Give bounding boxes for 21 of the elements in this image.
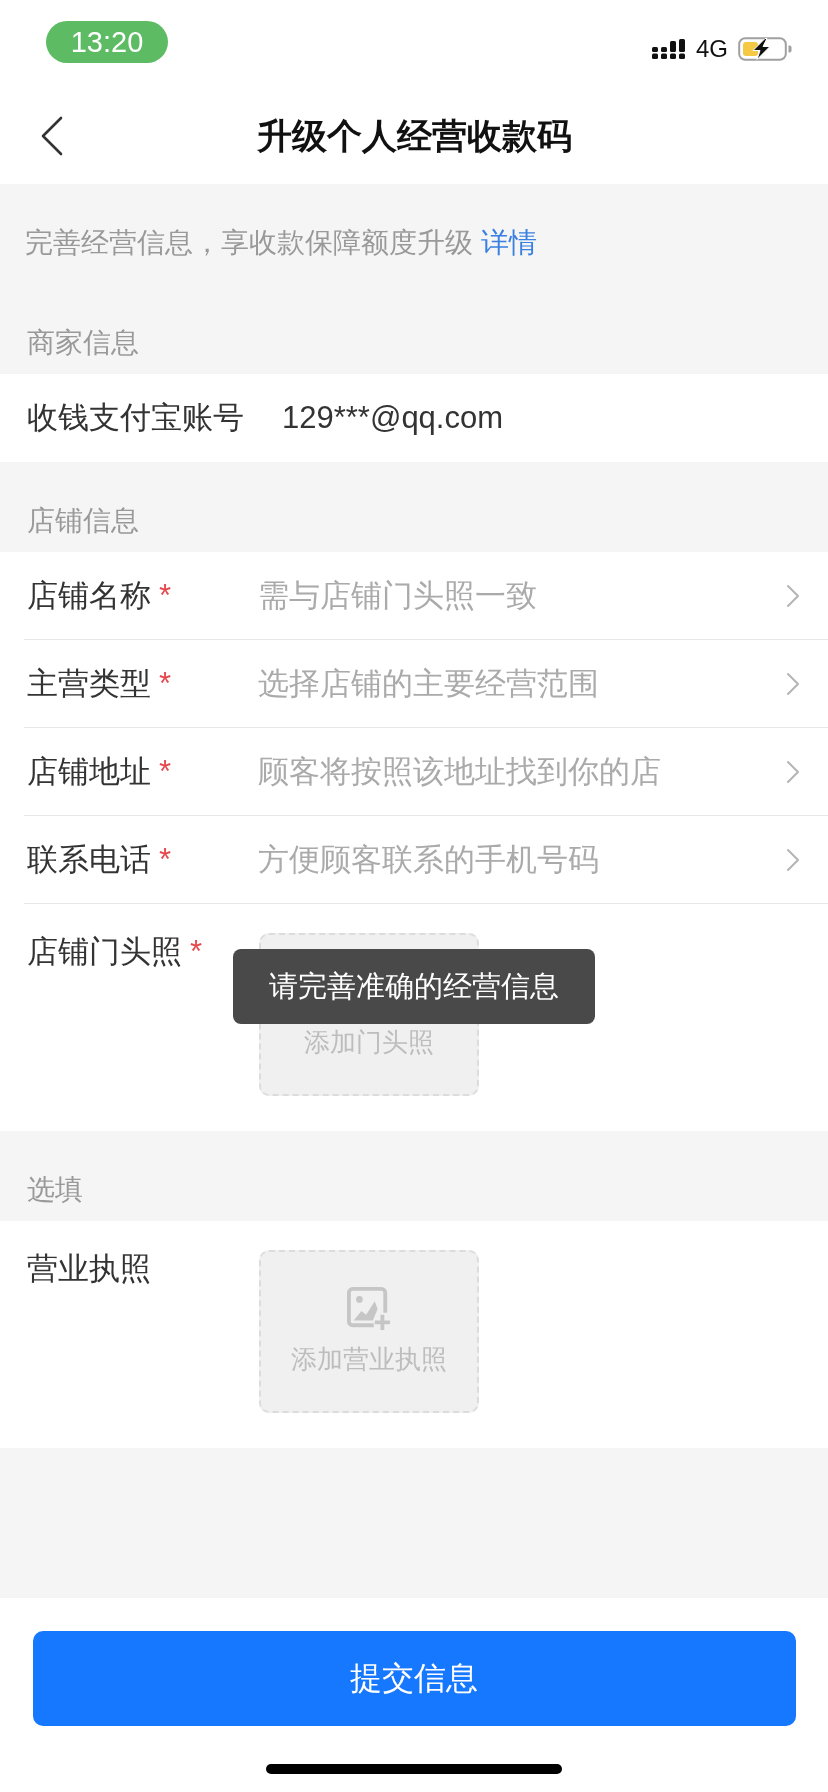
network-type: 4G <box>696 36 728 62</box>
notice-text: 完善经营信息，享收款保障额度升级 详情 <box>25 226 537 260</box>
required-mark: * <box>159 576 172 615</box>
field-label: 店铺名称 <box>27 576 151 615</box>
field-label: 店铺地址 <box>27 752 151 791</box>
field-label: 收钱支付宝账号 <box>27 399 244 437</box>
status-time: 13:20 <box>46 21 168 63</box>
section-title: 商家信息 <box>27 327 139 358</box>
page-title: 升级个人经营收款码 <box>256 115 572 157</box>
toast: 请完善准确的经营信息 <box>233 949 595 1024</box>
account-value: 129***@qq.com <box>282 399 504 437</box>
required-mark: * <box>159 840 172 879</box>
field-label: 联系电话 <box>27 840 151 879</box>
section-title: 店铺信息 <box>27 505 139 536</box>
required-mark: * <box>190 933 203 971</box>
required-mark: * <box>159 664 172 703</box>
field-label: 店铺门头照 <box>27 933 182 971</box>
field-label: 营业执照 <box>27 1250 151 1288</box>
required-mark: * <box>159 752 172 791</box>
section-title: 选填 <box>27 1174 83 1205</box>
field-label: 主营类型 <box>27 664 151 703</box>
